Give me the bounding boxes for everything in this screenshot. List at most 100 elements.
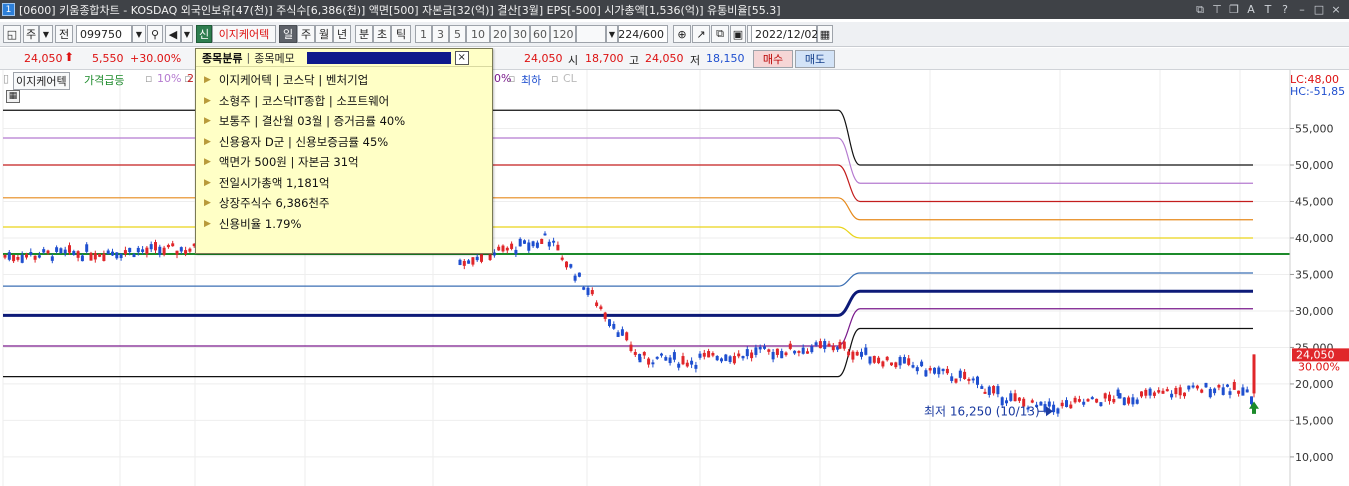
interval-day[interactable]: 일 (279, 25, 297, 43)
candle-body (775, 348, 779, 355)
interval-second[interactable]: 초 (373, 25, 391, 43)
candle-body (106, 250, 110, 255)
y-tick-label: 35,000 (1295, 268, 1334, 281)
candle-body (154, 242, 157, 251)
sell-button[interactable]: 매도 (795, 50, 835, 68)
minute-20[interactable]: 20 (490, 25, 510, 43)
period-select[interactable]: 주 (23, 25, 39, 43)
code-dropdown-icon[interactable]: ▼ (132, 25, 146, 43)
y-tick-label: 55,000 (1295, 123, 1334, 136)
candle-body (954, 378, 958, 383)
candle-body (737, 353, 741, 357)
calendar-icon[interactable]: ▦ (817, 25, 833, 43)
legend-stock[interactable]: 이지케어텍 (13, 72, 70, 90)
candle-body (976, 376, 979, 385)
candle-body (1108, 394, 1111, 402)
speaker-icon[interactable]: ◀ (165, 25, 181, 43)
candle-body (540, 238, 544, 244)
stock-code-input[interactable]: 099750 (76, 25, 132, 43)
app-icon: 1 (2, 3, 15, 16)
minute-custom-input[interactable] (576, 25, 606, 43)
minute-30[interactable]: 30 (510, 25, 530, 43)
legend-band: 가격급등 (84, 74, 125, 87)
minute-120[interactable]: 120 (550, 25, 576, 43)
font-size-icon[interactable]: A (1244, 3, 1258, 17)
save-icon[interactable]: ▣ (730, 25, 746, 43)
minute-60[interactable]: 60 (530, 25, 550, 43)
candle-body (915, 367, 919, 372)
candle-body (1152, 392, 1156, 396)
text-icon[interactable]: T (1261, 3, 1275, 17)
candle-body (603, 312, 607, 319)
tab-classify[interactable]: 종목분류 (202, 50, 242, 66)
date-input[interactable]: 2022/12/02 (751, 25, 818, 43)
cascade-icon[interactable]: ❐ (1227, 3, 1241, 17)
candle-body (767, 349, 771, 352)
candle-body (980, 386, 984, 389)
data-count[interactable]: 224/600 (618, 25, 668, 43)
candle-body (992, 385, 996, 394)
candle-body (690, 360, 694, 365)
up-arrow-icon: ⬆ (64, 50, 75, 64)
candle-body (877, 357, 881, 364)
tab-memo[interactable]: 종목메모 (254, 50, 294, 66)
minute-dropdown-icon[interactable]: ▼ (606, 25, 618, 43)
candle-body (582, 287, 586, 290)
candle-body (814, 342, 818, 346)
close-icon[interactable]: × (1329, 3, 1343, 17)
interval-year[interactable]: 년 (333, 25, 351, 43)
minute-3[interactable]: 3 (432, 25, 449, 43)
candle-body (823, 341, 827, 349)
trendline-icon[interactable]: ↗ (692, 25, 710, 43)
candle-body (620, 329, 624, 336)
search-icon[interactable]: ⚲ (147, 25, 163, 43)
list-item: ▶ 액면가 500원 | 자본금 31억 (204, 155, 359, 170)
candle-body (780, 351, 784, 359)
candle-body (616, 332, 620, 337)
candle-body (1165, 389, 1169, 392)
popup-close-button[interactable]: × (454, 50, 469, 65)
maximize-icon[interactable]: □ (1312, 3, 1326, 17)
candle-body (55, 247, 59, 252)
indicator-icon[interactable]: ⊕ (673, 25, 691, 43)
candle-body (1090, 397, 1094, 400)
minimize-icon[interactable]: – (1295, 3, 1309, 17)
legend-sep3-icon: ▫ (508, 72, 516, 85)
candle-body (12, 255, 16, 262)
chart-legend: ▯ 이지케어텍 가격급등 ▫ 10% ▫ 2( 0% ▫ 최하 ▫ CL (0, 71, 1290, 90)
candle-body (535, 242, 539, 248)
minute-10[interactable]: 10 (466, 25, 490, 43)
interval-month[interactable]: 월 (315, 25, 333, 43)
speaker-dropdown-icon[interactable]: ▼ (181, 25, 193, 43)
candle-body (595, 302, 599, 307)
interval-tick[interactable]: 틱 (391, 25, 411, 43)
layout-icon[interactable]: ◱ (3, 25, 21, 43)
current-price: 24,050 (24, 52, 63, 65)
candle-body (651, 362, 655, 365)
minute-5[interactable]: 5 (449, 25, 466, 43)
minute-1[interactable]: 1 (415, 25, 432, 43)
buy-button[interactable]: 매수 (753, 50, 793, 68)
interval-minute[interactable]: 분 (355, 25, 373, 43)
candle-body (1221, 387, 1225, 395)
interval-week[interactable]: 주 (297, 25, 315, 43)
candle-body (145, 247, 149, 254)
pin-icon[interactable]: ⊤ (1210, 3, 1224, 17)
stack-icon[interactable]: ⧉ (711, 25, 729, 43)
help-icon[interactable]: ? (1278, 3, 1292, 17)
y-tick-label: 50,000 (1295, 159, 1334, 172)
popup-title-bar (306, 51, 451, 64)
candle-body (1228, 391, 1232, 395)
candle-body (668, 357, 672, 364)
candle-body (797, 351, 801, 353)
candle-body (599, 306, 603, 309)
period-dropdown-icon[interactable]: ▼ (39, 25, 53, 43)
link-icon[interactable]: ⧉ (1193, 3, 1207, 17)
candle-body (1140, 391, 1143, 397)
legend-sep-icon: ▫ (145, 72, 153, 85)
grid-toggle-icon[interactable]: ▦ (6, 90, 20, 103)
candle-body (547, 241, 551, 247)
high-label: 고 (629, 54, 640, 67)
stock-name[interactable]: 이지케어텍 (212, 25, 276, 43)
prev-button[interactable]: 전 (55, 25, 73, 43)
